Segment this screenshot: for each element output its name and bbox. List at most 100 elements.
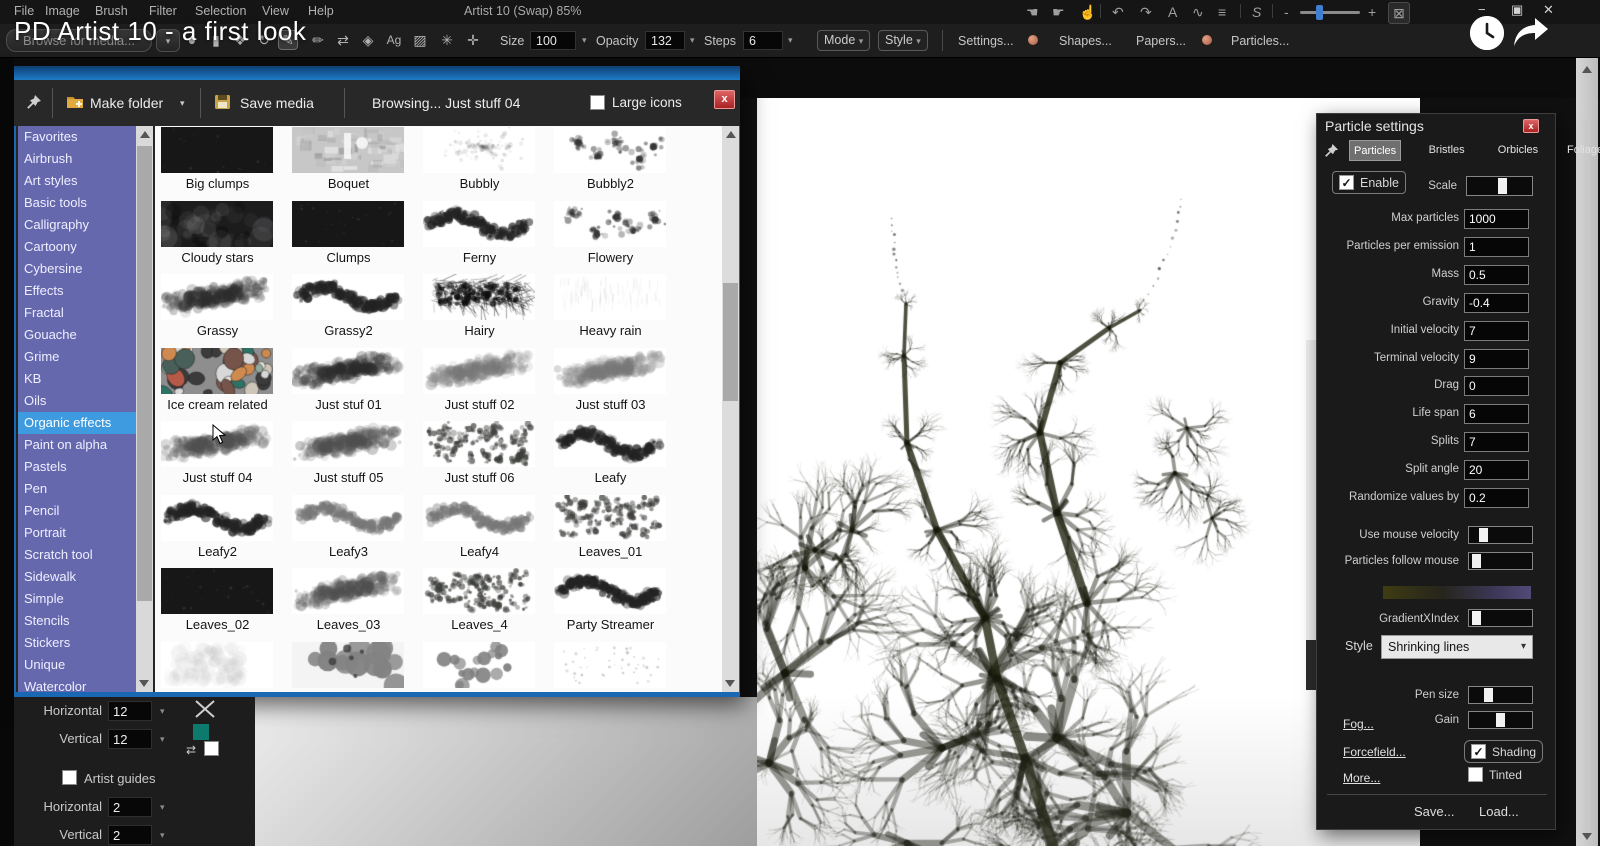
settings-button[interactable]: Settings... bbox=[958, 34, 1014, 48]
field-input-terminal-velocity[interactable] bbox=[1464, 349, 1529, 369]
gradient-x-index-slider[interactable] bbox=[1468, 609, 1533, 627]
large-icons-checkbox[interactable]: ✓ bbox=[590, 95, 605, 110]
swap-colors-icon[interactable]: ⇄ bbox=[186, 743, 196, 757]
make-folder-button[interactable]: Make folder bbox=[90, 95, 163, 111]
brush-item-ferny[interactable]: Ferny bbox=[419, 201, 552, 265]
tab-particles[interactable]: Particles bbox=[1349, 140, 1401, 161]
use-mouse-velocity-slider[interactable] bbox=[1468, 526, 1533, 544]
sidebar-item-kb[interactable]: KB bbox=[18, 368, 136, 390]
tab-orbicles[interactable]: Orbicles bbox=[1494, 140, 1542, 161]
steps-dropdown-icon[interactable]: ▾ bbox=[788, 35, 793, 46]
brush-thumbnail[interactable] bbox=[554, 274, 666, 320]
brush-item-just-stuff-06[interactable]: Just stuff 06 bbox=[419, 421, 552, 485]
sidebar-item-stencils[interactable]: Stencils bbox=[18, 610, 136, 632]
dialog-title-bar[interactable] bbox=[14, 66, 740, 80]
brush-thumbnail[interactable] bbox=[161, 274, 273, 320]
size-input[interactable] bbox=[530, 31, 576, 50]
field-input-drag[interactable] bbox=[1464, 376, 1529, 396]
save-button[interactable]: Save... bbox=[1414, 804, 1454, 819]
style-combo[interactable]: Style ▾ bbox=[878, 30, 928, 51]
scroll-up-icon[interactable] bbox=[1582, 66, 1592, 73]
brush-thumbnail[interactable] bbox=[423, 421, 535, 467]
pencil-tool-icon[interactable]: ✏ bbox=[308, 31, 328, 49]
brush-item-leafy4[interactable]: Leafy4 bbox=[419, 495, 552, 559]
brush-item-leaves-01[interactable]: Leaves_01 bbox=[550, 495, 683, 559]
field-input-split-angle[interactable] bbox=[1464, 460, 1529, 480]
papers-button[interactable]: Papers... bbox=[1136, 34, 1186, 48]
redo-icon[interactable]: ↷ bbox=[1140, 2, 1152, 22]
brush-thumbnail[interactable] bbox=[292, 495, 404, 541]
particle-gradient-bar[interactable] bbox=[1383, 586, 1531, 599]
sidebar-item-gouache[interactable]: Gouache bbox=[18, 324, 136, 346]
brush-item[interactable] bbox=[550, 642, 683, 691]
sidebar-item-effects[interactable]: Effects bbox=[18, 280, 136, 302]
brush-item-just-stuff-03[interactable]: Just stuff 03 bbox=[550, 348, 683, 412]
brush-thumbnail[interactable] bbox=[292, 274, 404, 320]
brush-thumbnail[interactable] bbox=[423, 274, 535, 320]
brush-item-hairy[interactable]: Hairy bbox=[419, 274, 552, 338]
dialog-close-button[interactable]: x bbox=[714, 90, 735, 109]
guide-row-dropdown-icon[interactable]: ▾ bbox=[160, 706, 165, 717]
brush-item-cloudy-stars[interactable]: Cloudy stars bbox=[157, 201, 290, 265]
brush-thumbnail[interactable] bbox=[554, 127, 666, 173]
brush-thumbnail[interactable] bbox=[423, 348, 535, 394]
sidebar-item-fractal[interactable]: Fractal bbox=[18, 302, 136, 324]
crosshair-tool-icon[interactable]: ✛ bbox=[463, 31, 483, 49]
sidebar-item-organic-effects[interactable]: Organic effects bbox=[18, 412, 136, 434]
make-folder-dropdown-icon[interactable]: ▾ bbox=[180, 98, 185, 109]
canvas-vertical-scrollbar[interactable] bbox=[1576, 58, 1598, 846]
grid-scrollbar[interactable] bbox=[722, 126, 739, 692]
brush-item-leaves-02[interactable]: Leaves_02 bbox=[157, 568, 290, 632]
swap-tool-icon[interactable]: ⇄ bbox=[333, 31, 353, 49]
brush-thumbnail[interactable] bbox=[423, 495, 535, 541]
brush-item[interactable] bbox=[157, 642, 290, 691]
particle-panel-close-button[interactable]: x bbox=[1523, 119, 1539, 133]
mode-combo[interactable]: Mode ▾ bbox=[817, 30, 870, 51]
sidebar-item-pen[interactable]: Pen bbox=[18, 478, 136, 500]
forcefield-link[interactable]: Forcefield... bbox=[1343, 745, 1406, 759]
brush-thumbnail[interactable] bbox=[292, 568, 404, 614]
style-select[interactable]: Shrinking lines ▾ bbox=[1381, 635, 1533, 659]
field-input-splits[interactable] bbox=[1464, 432, 1529, 452]
brush-item-boquet[interactable]: Boquet bbox=[288, 127, 421, 191]
scroll-down-icon[interactable] bbox=[1582, 833, 1592, 840]
guide-row-value[interactable] bbox=[108, 729, 152, 749]
lines-icon[interactable]: ≡ bbox=[1218, 2, 1226, 22]
brush-item-leafy3[interactable]: Leafy3 bbox=[288, 495, 421, 559]
steps-input[interactable] bbox=[743, 31, 783, 50]
guide-row-dropdown-icon[interactable]: ▾ bbox=[160, 802, 165, 813]
text-tool-icon[interactable]: A bbox=[1168, 2, 1177, 22]
field-input-gravity[interactable] bbox=[1464, 293, 1529, 313]
watch-later-icon[interactable] bbox=[1470, 16, 1504, 50]
brush-item[interactable] bbox=[288, 642, 421, 691]
brush-item-leafy2[interactable]: Leafy2 bbox=[157, 495, 290, 559]
menu-help[interactable]: Help bbox=[308, 4, 334, 18]
tinted-checkbox[interactable]: ✓ bbox=[1468, 767, 1483, 782]
field-input-randomize-values-by[interactable] bbox=[1464, 488, 1529, 508]
brush-thumbnail[interactable] bbox=[292, 642, 404, 688]
sidebar-scroll-thumb[interactable] bbox=[137, 146, 152, 601]
brush-item-leaves-4[interactable]: Leaves_4 bbox=[419, 568, 552, 632]
particles-follow-mouse-slider[interactable] bbox=[1468, 552, 1533, 570]
artist-guides-checkbox[interactable]: ✓ bbox=[62, 770, 77, 785]
opacity-input[interactable] bbox=[645, 31, 685, 50]
scale-slider[interactable] bbox=[1466, 176, 1533, 196]
sidebar-item-art-styles[interactable]: Art styles bbox=[18, 170, 136, 192]
sidebar-item-paint-on-alpha[interactable]: Paint on alpha bbox=[18, 434, 136, 456]
guide-row-value[interactable] bbox=[108, 797, 152, 817]
sidebar-item-favorites[interactable]: Favorites bbox=[18, 126, 136, 148]
brush-item-grassy2[interactable]: Grassy2 bbox=[288, 274, 421, 338]
color-swatch-primary[interactable] bbox=[193, 724, 209, 740]
brush-item-big-clumps[interactable]: Big clumps bbox=[157, 127, 290, 191]
field-input-mass[interactable] bbox=[1464, 265, 1529, 285]
brush-item-heavy-rain[interactable]: Heavy rain bbox=[550, 274, 683, 338]
brush-thumbnail[interactable] bbox=[292, 348, 404, 394]
curve-tool-icon[interactable]: ∿ bbox=[1192, 2, 1204, 22]
zoom-slider[interactable] bbox=[1300, 11, 1360, 14]
guide-row-dropdown-icon[interactable]: ▾ bbox=[160, 734, 165, 745]
tool-options-icon[interactable]: ⊠ bbox=[1388, 2, 1410, 24]
sidebar-item-grime[interactable]: Grime bbox=[18, 346, 136, 368]
brush-thumbnail[interactable] bbox=[554, 201, 666, 247]
brush-item-clumps[interactable]: Clumps bbox=[288, 201, 421, 265]
airbrush-tool-icon[interactable]: Ag bbox=[384, 31, 404, 49]
